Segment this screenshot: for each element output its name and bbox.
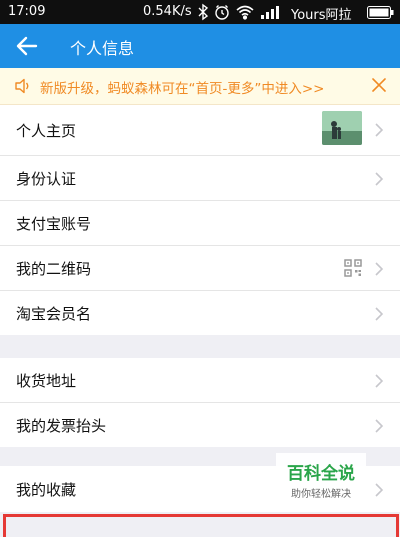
avatar: [322, 111, 362, 145]
page-title: 个人信息: [70, 39, 135, 58]
chevron-right-icon: [374, 373, 384, 393]
row-label: 淘宝会员名: [16, 305, 92, 323]
arrow-left-icon: [16, 36, 38, 56]
network-speed: 0.54K/s: [143, 4, 192, 19]
status-bar: 17:09 0.54K/s Yours阿拉: [0, 0, 400, 24]
chevron-right-icon: [374, 306, 384, 326]
signal-icon: [261, 6, 279, 19]
row-invoice-title[interactable]: 我的发票抬头: [0, 403, 400, 447]
chevron-right-icon: [374, 171, 384, 191]
chevron-right-icon: [374, 122, 384, 142]
watermark-title: 百科全说: [287, 464, 355, 484]
status-icons: [197, 2, 289, 26]
row-identity[interactable]: 身份认证: [0, 156, 400, 201]
battery-icon: [367, 6, 395, 23]
row-label: 我的收藏: [16, 481, 77, 499]
watermark-logo: 百科全说 助你轻松解决: [276, 453, 366, 500]
chevron-right-icon: [374, 418, 384, 438]
chevron-right-icon: [374, 482, 384, 502]
row-label: 身份认证: [16, 170, 77, 188]
notice-text: 新版升级，蚂蚁森林可在“首页-更多”中进入>>: [40, 81, 325, 97]
back-button[interactable]: [14, 34, 42, 58]
row-label: 我的发票抬头: [16, 417, 107, 435]
speaker-icon: [14, 78, 32, 98]
bluetooth-icon: [198, 3, 209, 21]
highlight-frame: [3, 514, 399, 537]
row-label: 支付宝账号: [16, 215, 92, 233]
nav-bar: 个人信息: [0, 24, 400, 68]
row-label: 收货地址: [16, 372, 77, 390]
qr-code-icon: [344, 259, 362, 281]
row-label: 我的二维码: [16, 260, 92, 278]
row-label: 个人主页: [16, 122, 77, 140]
alarm-icon: [215, 5, 229, 20]
chevron-right-icon: [374, 261, 384, 281]
settings-group-2: 收货地址 我的发票抬头: [0, 358, 400, 447]
carrier-name: Yours阿拉: [291, 8, 352, 23]
settings-group-1: 个人主页 身份认证 支付宝账号 我的二维码 淘宝会员名: [0, 105, 400, 335]
row-taobao-member[interactable]: 淘宝会员名: [0, 291, 400, 335]
row-alipay-account[interactable]: 支付宝账号: [0, 201, 400, 246]
status-time: 17:09: [8, 4, 46, 19]
notice-banner[interactable]: 新版升级，蚂蚁森林可在“首页-更多”中进入>>: [0, 68, 400, 105]
row-profile[interactable]: 个人主页: [0, 105, 400, 156]
row-shipping-address[interactable]: 收货地址: [0, 358, 400, 403]
watermark-subtitle: 助你轻松解决: [291, 489, 351, 500]
row-qr-code[interactable]: 我的二维码: [0, 246, 400, 291]
wifi-icon: [236, 5, 254, 20]
close-icon[interactable]: [370, 75, 388, 95]
